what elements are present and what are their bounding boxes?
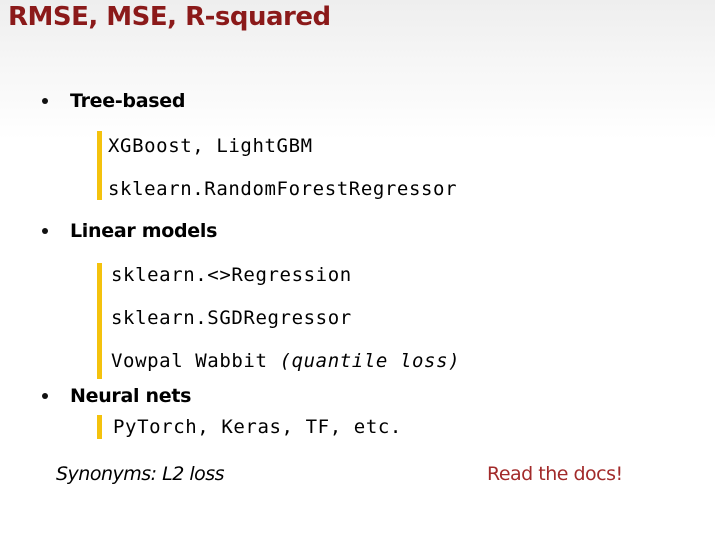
bullet-neural-nets: Neural nets	[42, 385, 191, 407]
list-item-note: (quantile loss)	[279, 350, 461, 372]
bullet-tree-based: Tree-based	[42, 90, 185, 112]
accent-bar	[97, 131, 102, 200]
synonyms-note: Synonyms: L2 loss	[56, 463, 225, 485]
list-item: sklearn.SGDRegressor	[111, 307, 352, 329]
list-item-text: Vowpal Wabbit	[111, 350, 268, 372]
bullet-dot-icon	[42, 393, 48, 399]
list-item: Vowpal Wabbit (quantile loss)	[111, 350, 460, 372]
bullet-dot-icon	[42, 98, 48, 104]
slide-title: RMSE, MSE, R-squared	[8, 2, 331, 32]
bullet-heading: Tree-based	[70, 90, 186, 112]
bullet-dot-icon	[42, 228, 48, 234]
list-item: sklearn.<>Regression	[111, 264, 352, 286]
list-item: PyTorch, Keras, TF, etc.	[113, 416, 402, 438]
accent-bar	[97, 415, 102, 439]
bullet-linear-models: Linear models	[42, 220, 217, 242]
bullet-heading: Neural nets	[70, 385, 192, 407]
list-item: XGBoost, LightGBM	[108, 135, 313, 157]
list-item: sklearn.RandomForestRegressor	[108, 178, 458, 200]
read-docs-note: Read the docs!	[487, 463, 623, 485]
bullet-heading: Linear models	[70, 220, 218, 242]
accent-bar	[97, 263, 102, 379]
